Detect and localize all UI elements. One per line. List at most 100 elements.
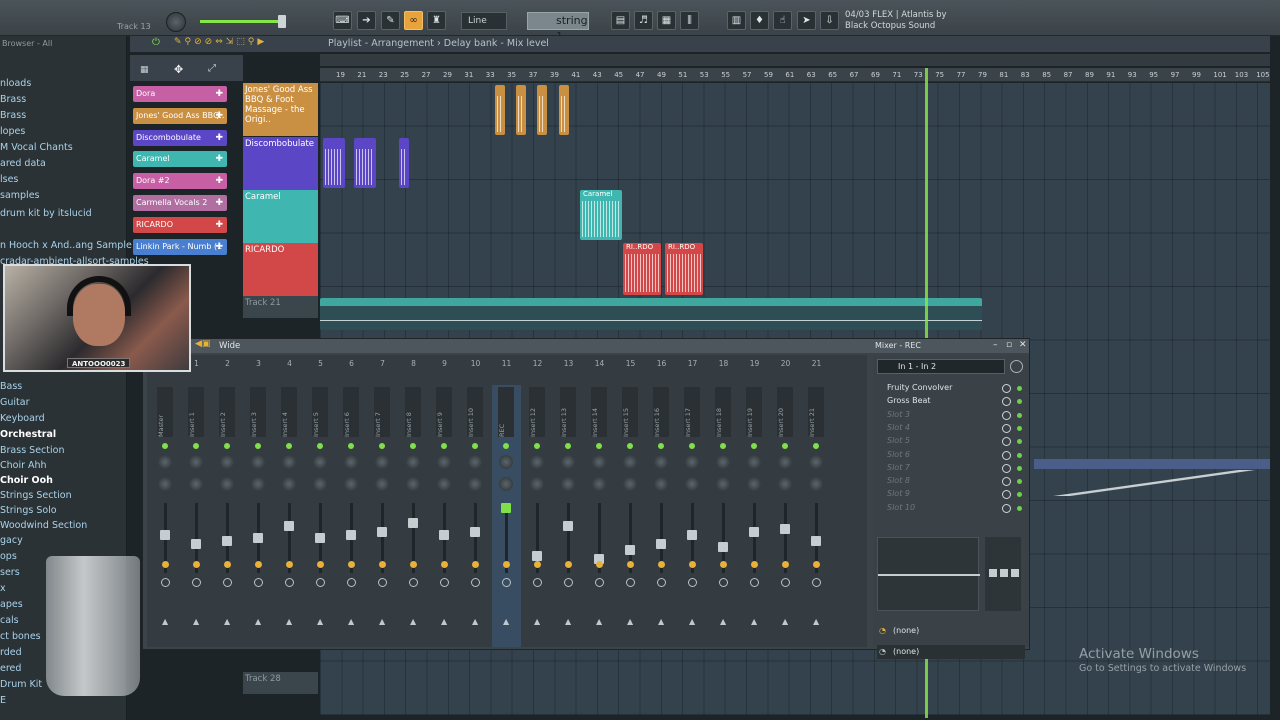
- slot-mix-icon[interactable]: [1002, 463, 1011, 473]
- input-select[interactable]: In 1 - In 2: [877, 359, 1005, 374]
- effect-slot[interactable]: Slot 8: [877, 476, 1023, 488]
- slot-enable-icon[interactable]: [1017, 452, 1022, 458]
- pan-knob[interactable]: [530, 477, 544, 491]
- record-arm-icon[interactable]: [440, 578, 449, 587]
- pan-knob[interactable]: [716, 455, 730, 469]
- pan-knob[interactable]: [747, 477, 761, 491]
- clip-discombobulate[interactable]: [323, 138, 345, 188]
- send-icon[interactable]: [596, 561, 603, 568]
- slot-mix-icon[interactable]: [1002, 477, 1011, 487]
- browser-item[interactable]: Brass: [0, 110, 26, 121]
- volume-fader[interactable]: [563, 521, 573, 531]
- record-arm-icon[interactable]: [781, 578, 790, 587]
- channel-button[interactable]: Jones' Good Ass BBQ..: [133, 107, 227, 124]
- send-icon[interactable]: [441, 561, 448, 568]
- route-arrow-icon[interactable]: ▲: [813, 617, 819, 626]
- strip-led[interactable]: [751, 443, 757, 449]
- pan-knob[interactable]: [282, 455, 296, 469]
- send-icon[interactable]: [286, 561, 293, 568]
- route-arrow-icon[interactable]: ▲: [286, 617, 292, 626]
- channel-button[interactable]: Caramel: [133, 151, 227, 168]
- pan-knob[interactable]: [685, 455, 699, 469]
- browser-item[interactable]: apes: [0, 599, 23, 610]
- browser-item[interactable]: Strings Section: [0, 490, 72, 501]
- channel-button[interactable]: Discombobulate: [133, 129, 227, 146]
- record-arm-icon[interactable]: [285, 578, 294, 587]
- mixer-strip[interactable]: 5 Insert 5 ▲: [306, 359, 335, 647]
- slot-mix-icon[interactable]: [1002, 503, 1011, 513]
- playlist-icon[interactable]: ▤: [611, 11, 630, 30]
- mixer-strip[interactable]: 16 Insert 16 ▲: [647, 359, 676, 647]
- record-arm-icon[interactable]: [347, 578, 356, 587]
- pan-knob[interactable]: [809, 477, 823, 491]
- strip-led[interactable]: [224, 443, 230, 449]
- record-arm-icon[interactable]: [161, 578, 170, 587]
- browser-item[interactable]: Orchestral: [0, 429, 56, 440]
- pan-knob[interactable]: [592, 477, 606, 491]
- pan-knob[interactable]: [158, 477, 172, 491]
- route-arrow-icon[interactable]: ▲: [193, 617, 199, 626]
- pan-knob[interactable]: [623, 477, 637, 491]
- pan-knob[interactable]: [189, 477, 203, 491]
- send-icon[interactable]: [689, 561, 696, 568]
- browser-item[interactable]: ered: [0, 663, 21, 674]
- browser-item[interactable]: Guitar: [0, 397, 29, 408]
- master-volume-slider[interactable]: [200, 15, 286, 28]
- maximize-icon[interactable]: ▫: [1006, 340, 1012, 350]
- pan-knob[interactable]: [220, 477, 234, 491]
- track-header[interactable]: Track 28: [243, 672, 318, 694]
- send-icon[interactable]: [379, 561, 386, 568]
- slot-mix-icon[interactable]: [1002, 410, 1011, 420]
- browser-item[interactable]: Keyboard: [0, 413, 45, 424]
- pan-knob[interactable]: [530, 455, 544, 469]
- plugin-icon[interactable]: ♦: [750, 11, 769, 30]
- record-arm-icon[interactable]: [564, 578, 573, 587]
- track-header[interactable]: Track 21: [243, 296, 318, 318]
- browser-item[interactable]: ared data: [0, 158, 46, 169]
- mixer-strip[interactable]: 1 Insert 1 ▲: [182, 359, 211, 647]
- download-icon[interactable]: ⇩: [820, 11, 839, 30]
- volume-fader[interactable]: [780, 524, 790, 534]
- strip-led[interactable]: [317, 443, 323, 449]
- pan-knob[interactable]: [313, 477, 327, 491]
- slot-enable-icon[interactable]: [1017, 505, 1022, 511]
- mixer-strip[interactable]: 9 Insert 9 ▲: [430, 359, 459, 647]
- send-icon[interactable]: [162, 561, 169, 568]
- clip-caramel[interactable]: Caramel: [580, 190, 622, 240]
- track-header[interactable]: Discombobulate: [243, 137, 318, 190]
- strip-led[interactable]: [813, 443, 819, 449]
- mixer-strip[interactable]: 6 Insert 6 ▲: [337, 359, 366, 647]
- strip-led[interactable]: [162, 443, 168, 449]
- eq-display[interactable]: [877, 537, 980, 611]
- record-icon[interactable]: ➤: [797, 11, 816, 30]
- record-arm-icon[interactable]: [719, 578, 728, 587]
- strip-led[interactable]: [503, 443, 509, 449]
- volume-fader[interactable]: [470, 527, 480, 537]
- pan-knob[interactable]: [561, 455, 575, 469]
- record-arm-icon[interactable]: [378, 578, 387, 587]
- record-arm-icon[interactable]: [626, 578, 635, 587]
- route-arrow-icon[interactable]: ▲: [596, 617, 602, 626]
- channel-button[interactable]: RICARDO: [133, 216, 227, 233]
- grid-icon[interactable]: ▦: [140, 65, 149, 75]
- browser-item[interactable]: Woodwind Section: [0, 520, 87, 531]
- browser-item[interactable]: Choir Ooh: [0, 475, 53, 486]
- mixer-icon[interactable]: ⫼: [680, 11, 699, 30]
- route-arrow-icon[interactable]: ▲: [410, 617, 416, 626]
- pan-knob[interactable]: [437, 455, 451, 469]
- send-icon[interactable]: [503, 561, 510, 568]
- record-arm-icon[interactable]: [192, 578, 201, 587]
- channel-button[interactable]: Linkin Park - Numb (..: [133, 238, 227, 255]
- route-arrow-icon[interactable]: ▲: [627, 617, 633, 626]
- route-arrow-icon[interactable]: ▲: [224, 617, 230, 626]
- clip-jones[interactable]: [516, 85, 526, 135]
- browser-item[interactable]: lopes: [0, 126, 25, 137]
- route-arrow-icon[interactable]: ▲: [565, 617, 571, 626]
- browser-item[interactable]: ops: [0, 551, 17, 562]
- mixer-strip[interactable]: 18 Insert 18 ▲: [709, 359, 738, 647]
- clip-discombobulate[interactable]: [354, 138, 376, 188]
- volume-fader[interactable]: [284, 521, 294, 531]
- effect-slot[interactable]: Slot 5: [877, 436, 1023, 448]
- route-arrow-icon[interactable]: ▲: [441, 617, 447, 626]
- strip-led[interactable]: [658, 443, 664, 449]
